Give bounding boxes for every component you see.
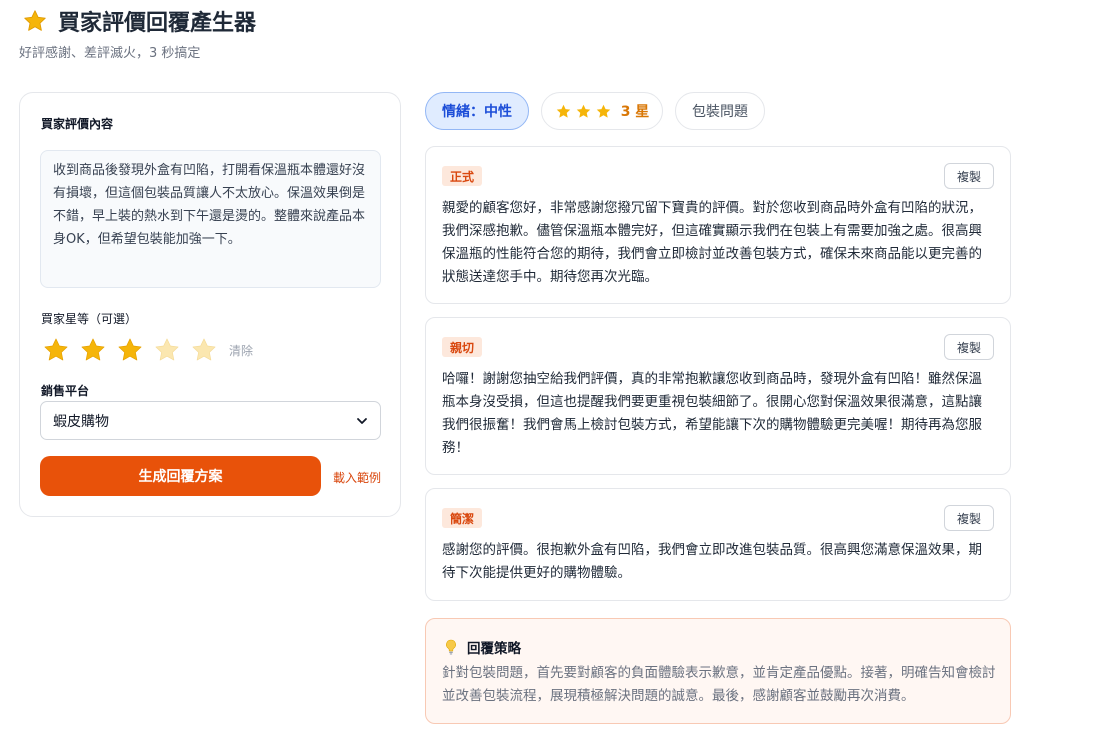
load-sample-link[interactable]: 載入範例 — [333, 469, 381, 486]
strategy-header: 回覆策略 — [444, 637, 521, 657]
star-5-icon[interactable] — [190, 336, 218, 364]
strategy-title: 回覆策略 — [467, 641, 521, 657]
mood-chip: 情緒：中性 — [425, 92, 529, 130]
lightbulb-icon — [446, 639, 456, 655]
star-3-icon[interactable] — [116, 336, 144, 364]
reply-text: 哈囉！謝謝您抽空給我們評價，真的非常抱歉讓您收到商品時，發現外盒有凹陷！雖然保溫… — [442, 371, 982, 456]
copy-button[interactable]: 複製 — [944, 334, 994, 360]
star-count-label: 3 星 — [620, 104, 650, 120]
platform-label: 銷售平台 — [41, 384, 90, 398]
platform-value: 蝦皮購物 — [53, 413, 109, 430]
star-icon — [24, 10, 46, 31]
reply-text: 感謝您的評價。很抱歉外盒有凹陷，我們會立即改進包裝品質。很高興您滿意保溫效果，期… — [442, 542, 982, 581]
chevron-down-icon — [357, 417, 367, 424]
star-1-icon[interactable] — [42, 336, 70, 364]
tone-badge: 簡潔 — [442, 508, 483, 528]
platform-select[interactable]: 蝦皮購物 — [40, 401, 381, 440]
generate-reply-button[interactable]: 生成回覆方案 — [40, 456, 321, 496]
reply-card-concise: 簡潔 複製 感謝您的評價。很抱歉外盒有凹陷，我們會立即改進包裝品質。很高興您滿意… — [425, 488, 1011, 601]
page-header: 買家評價回覆產生器 好評感謝、差評滅火，3 秒搞定 — [19, 6, 257, 61]
review-textarea[interactable]: 收到商品後發現外盒有凹陷，打開看保溫瓶本體還好沒有損壞，但這個包裝品質讓人不太放… — [40, 150, 381, 288]
topic-chip: 包裝問題 — [675, 92, 765, 130]
reply-card-formal: 正式 複製 親愛的顧客您好，非常感謝您撥冗留下寶貴的評價。對於您收到商品時外盒有… — [425, 146, 1011, 304]
review-label: 買家評價內容 — [41, 117, 114, 131]
tone-badge: 親切 — [442, 337, 483, 357]
reply-text: 親愛的顧客您好，非常感謝您撥冗留下寶貴的評價。對於您收到商品時外盒有凹陷的狀況，… — [442, 200, 982, 285]
copy-button[interactable]: 複製 — [944, 163, 994, 189]
star-4-icon[interactable] — [153, 336, 181, 364]
star-icon — [556, 104, 570, 118]
star-2-icon[interactable] — [79, 336, 107, 364]
page-subtitle: 好評感謝、差評滅火，3 秒搞定 — [19, 46, 201, 61]
tone-badge: 正式 — [442, 166, 483, 186]
strategy-text: 針對包裝問題，首先要對顧客的負面體驗表示歉意，並肯定產品優點。接著，明確告知會檢… — [442, 665, 996, 704]
star-icon — [576, 104, 590, 118]
reply-card-friendly: 親切 複製 哈囉！謝謝您抽空給我們評價，真的非常抱歉讓您收到商品時，發現外盒有凹… — [425, 317, 1011, 475]
strategy-card: 回覆策略 針對包裝問題，首先要對顧客的負面體驗表示歉意，並肯定產品優點。接著，明… — [425, 618, 1011, 724]
star-rating: 清除 — [42, 336, 253, 364]
page-title: 買家評價回覆產生器 — [58, 11, 257, 36]
rating-label: 買家星等（可選） — [41, 312, 138, 326]
star-count-chip: 3 星 — [541, 92, 663, 130]
star-icon — [596, 104, 610, 118]
review-input-card: 買家評價內容 收到商品後發現外盒有凹陷，打開看保溫瓶本體還好沒有損壞，但這個包裝… — [19, 92, 401, 517]
clear-rating-link[interactable]: 清除 — [229, 342, 253, 359]
copy-button[interactable]: 複製 — [944, 505, 994, 531]
